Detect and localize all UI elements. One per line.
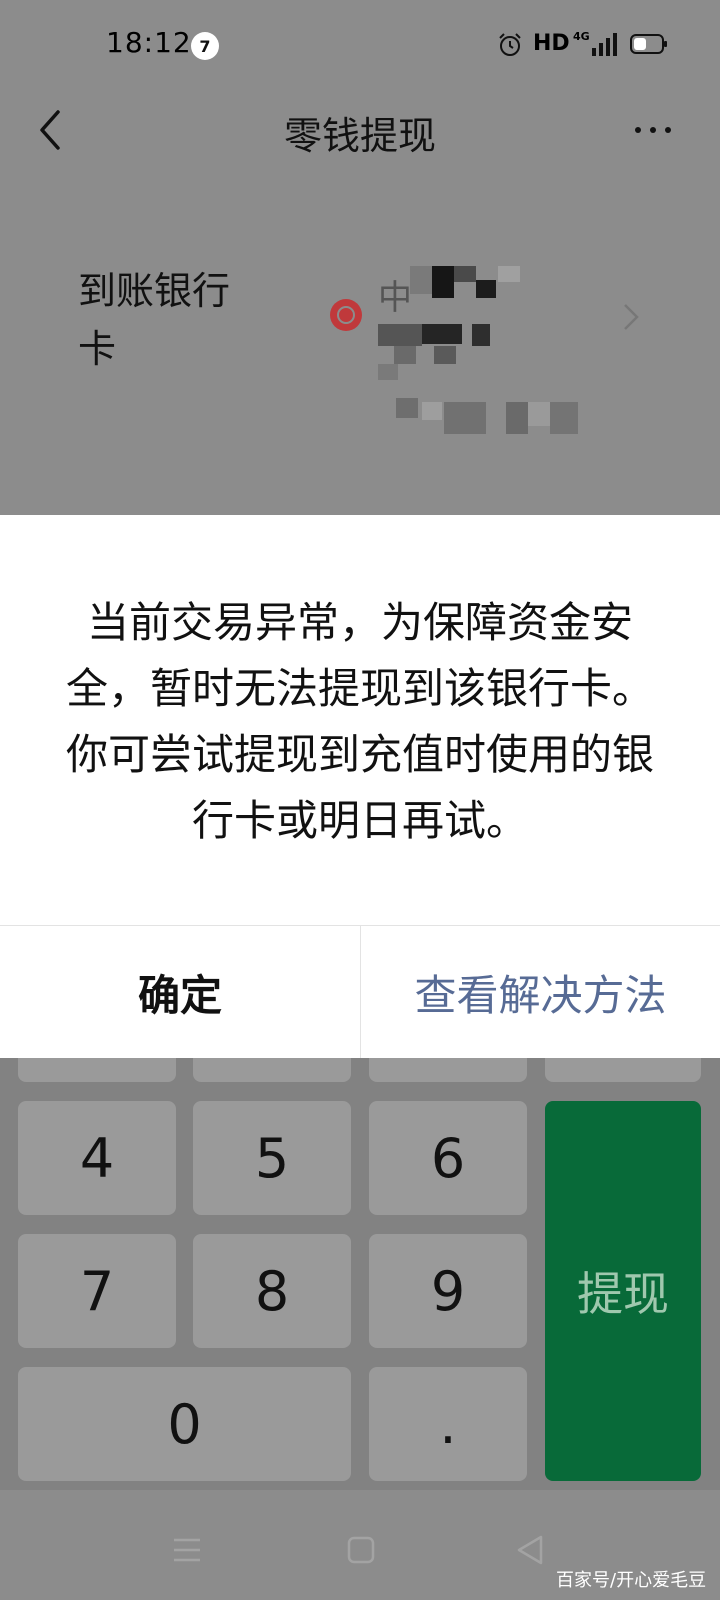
chevron-right-icon[interactable] bbox=[622, 302, 640, 332]
hd-indicator: HD bbox=[533, 31, 570, 56]
bank-card-info-mosaic bbox=[378, 262, 618, 442]
key-8[interactable]: 8 bbox=[193, 1234, 351, 1348]
confirm-button[interactable]: 确定 bbox=[0, 926, 360, 1058]
withdraw-button[interactable]: 提现 bbox=[545, 1101, 701, 1481]
key-6[interactable]: 6 bbox=[369, 1101, 527, 1215]
watermark-text: 百家号/开心爱毛豆 bbox=[556, 1570, 707, 1591]
notification-badge: 7 bbox=[191, 32, 219, 60]
keypad-row-1-stub bbox=[18, 1058, 176, 1082]
key-4[interactable]: 4 bbox=[18, 1101, 176, 1215]
keypad-delete-stub bbox=[545, 1058, 701, 1082]
keypad-row-1-stub bbox=[369, 1058, 527, 1082]
key-9[interactable]: 9 bbox=[369, 1234, 527, 1348]
signal-icon bbox=[592, 33, 617, 56]
home-icon[interactable] bbox=[347, 1536, 375, 1564]
battery-icon bbox=[630, 34, 667, 54]
key-decimal[interactable]: . bbox=[369, 1367, 527, 1481]
key-0[interactable]: 0 bbox=[18, 1367, 351, 1481]
key-5[interactable]: 5 bbox=[193, 1101, 351, 1215]
view-solution-button[interactable]: 查看解决方法 bbox=[361, 926, 720, 1058]
dialog-message: 当前交易异常，为保障资金安 全，暂时无法提现到该银行卡。 你可尝试提现到充值时使… bbox=[65, 598, 654, 845]
status-time: 18:12 bbox=[106, 26, 192, 59]
more-icon[interactable] bbox=[632, 118, 674, 142]
keypad-row-1-stub bbox=[193, 1058, 351, 1082]
back-nav-icon[interactable] bbox=[515, 1534, 545, 1566]
alarm-icon bbox=[499, 33, 521, 56]
page-title: 零钱提现 bbox=[283, 114, 436, 158]
key-7[interactable]: 7 bbox=[18, 1234, 176, 1348]
bank-card-label: 到账银行 卡 bbox=[78, 269, 231, 371]
bank-logo-icon bbox=[330, 299, 362, 331]
network-type: 4G bbox=[573, 30, 590, 43]
menu-icon[interactable] bbox=[172, 1536, 202, 1564]
